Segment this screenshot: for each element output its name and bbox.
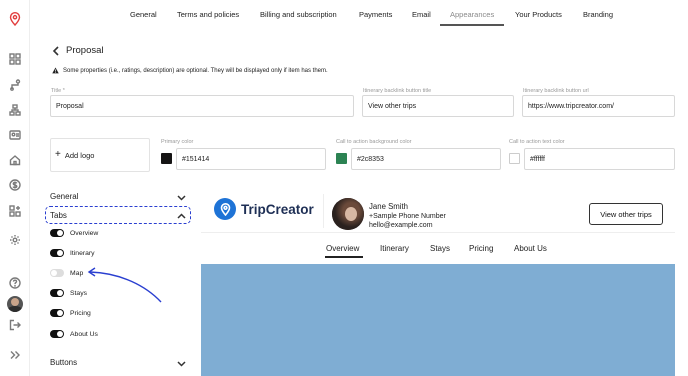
toggle-label: About Us [70, 330, 98, 338]
cta-text-color-input[interactable]: #ffffff [524, 148, 675, 170]
add-widget-icon[interactable] [8, 204, 22, 218]
hero-image [201, 264, 675, 376]
toggle-row-map: Map [50, 268, 83, 278]
general-section-header[interactable]: General [50, 192, 78, 201]
itinerary-toggle[interactable] [50, 249, 64, 257]
toggle-row-itinerary: Itinerary [50, 248, 95, 258]
add-logo-button[interactable]: + Add logo [50, 138, 150, 172]
notice-text: Some properties (i.e., ratings, descript… [63, 67, 328, 74]
agent-phone: +Sample Phone Number [369, 212, 446, 220]
toggle-row-overview: Overview [50, 228, 98, 238]
sidebar-rail [0, 0, 30, 376]
primary-color-label: Primary color [161, 139, 194, 145]
back-arrow-icon[interactable] [52, 46, 60, 56]
header-divider [323, 194, 324, 228]
tab-payments[interactable]: Payments [359, 10, 392, 19]
chevron-down-icon[interactable] [177, 360, 186, 367]
toggle-label: Stays [70, 289, 87, 297]
preview-tab-stays[interactable]: Stays [430, 244, 450, 253]
location-pin-icon[interactable] [8, 12, 22, 26]
toggle-row-about-us: About Us [50, 329, 98, 339]
toggle-label: Pricing [70, 309, 91, 317]
optional-properties-notice: Some properties (i.e., ratings, descript… [52, 67, 328, 74]
toggle-row-stays: Stays [50, 288, 87, 298]
map-toggle[interactable] [50, 269, 64, 277]
about-us-toggle[interactable] [50, 330, 64, 338]
avatar[interactable] [7, 296, 23, 312]
brand-logo: TripCreator [214, 198, 314, 220]
warning-icon [52, 67, 59, 74]
preview-tab-overview[interactable]: Overview [326, 244, 359, 253]
contact-card-icon[interactable] [8, 128, 22, 142]
expand-icon[interactable] [8, 348, 22, 362]
settings-tab-bar: General Terms and policies Billing and s… [30, 0, 688, 28]
backlink-url-input[interactable]: https://www.tripcreator.com/ [522, 95, 675, 117]
help-icon[interactable] [8, 276, 22, 290]
agent-contact: Jane Smith +Sample Phone Number hello@ex… [369, 202, 446, 231]
cta-background-color-label: Call to action background color [336, 139, 412, 145]
backlink-title-input[interactable]: View other trips [362, 95, 514, 117]
active-tab-indicator [440, 24, 504, 26]
tab-billing-and-subscription[interactable]: Billing and subscription [260, 10, 337, 19]
add-logo-label: Add logo [64, 150, 95, 160]
page-title: Proposal [66, 45, 104, 56]
agent-name: Jane Smith [369, 202, 409, 211]
chevron-up-icon[interactable] [177, 212, 186, 219]
cta-background-color-input[interactable]: #2c8353 [351, 148, 501, 170]
toggle-label: Itinerary [70, 249, 95, 257]
preview-tab-itinerary[interactable]: Itinerary [380, 244, 409, 253]
route-icon[interactable] [8, 78, 22, 92]
hierarchy-icon[interactable] [8, 103, 22, 117]
dollar-icon[interactable] [8, 178, 22, 192]
tab-email[interactable]: Email [412, 10, 431, 19]
tab-branding[interactable]: Branding [583, 10, 613, 19]
preview-tab-pricing[interactable]: Pricing [469, 244, 493, 253]
preview-divider [201, 232, 675, 233]
tab-terms-and-policies[interactable]: Terms and policies [177, 10, 239, 19]
brand-pin-icon [214, 198, 236, 220]
pricing-toggle[interactable] [50, 309, 64, 317]
backlink-url-label: Itinerary backlink button url [523, 88, 589, 94]
toggle-label: Map [70, 269, 84, 277]
stays-toggle[interactable] [50, 289, 64, 297]
agent-avatar [332, 198, 364, 230]
plus-icon: + [55, 149, 61, 160]
cta-background-color-swatch[interactable] [336, 153, 347, 164]
title-input[interactable]: Proposal [50, 95, 354, 117]
logout-icon[interactable] [8, 318, 22, 332]
overview-toggle[interactable] [50, 229, 64, 237]
tab-appearances[interactable]: Appearances [450, 10, 494, 19]
cta-text-color-label: Call to action text color [509, 139, 565, 145]
cta-text-color-swatch[interactable] [509, 153, 520, 164]
primary-color-input[interactable]: #151414 [176, 148, 326, 170]
preview-active-tab-indicator [325, 256, 363, 258]
annotation-arrow-icon [87, 267, 162, 303]
dashboard-icon[interactable] [8, 52, 22, 66]
settings-icon[interactable] [8, 233, 22, 247]
tab-your-products[interactable]: Your Products [515, 10, 562, 19]
chevron-down-icon[interactable] [177, 194, 186, 201]
toggle-label: Overview [70, 229, 99, 237]
brand-name: TripCreator [241, 201, 314, 217]
home-icon[interactable] [8, 153, 22, 167]
view-other-trips-button[interactable]: View other trips [589, 203, 663, 225]
title-field-label: Title * [51, 88, 65, 94]
tabs-section-header[interactable]: Tabs [50, 211, 67, 220]
agent-email: hello@example.com [369, 222, 433, 229]
toggle-row-pricing: Pricing [50, 308, 91, 318]
backlink-title-label: Itinerary backlink button title [363, 88, 432, 94]
buttons-section-header[interactable]: Buttons [50, 358, 77, 367]
tab-general[interactable]: General [130, 10, 157, 19]
primary-color-swatch[interactable] [161, 153, 172, 164]
preview-tab-about-us[interactable]: About Us [514, 244, 547, 253]
